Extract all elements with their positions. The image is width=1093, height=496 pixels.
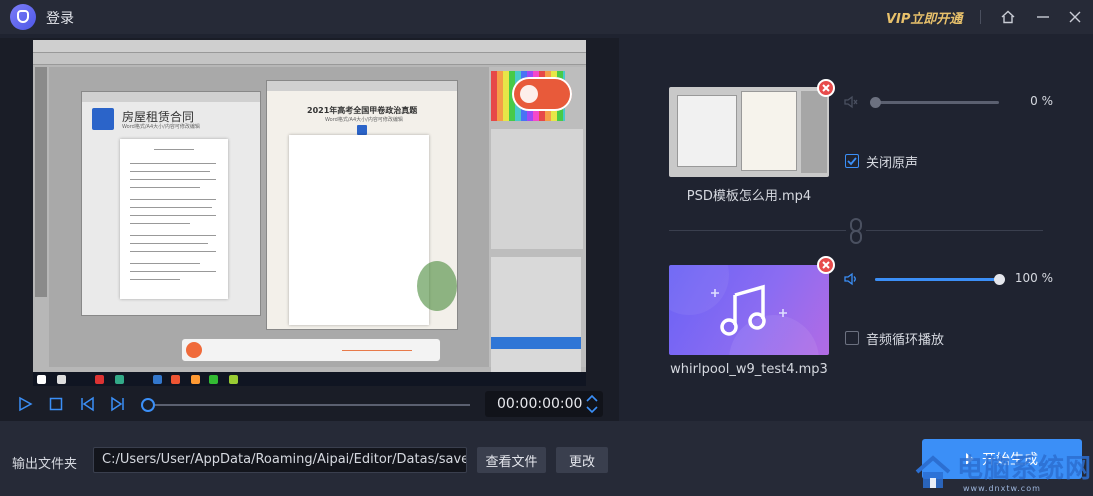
change-folder-button[interactable]: 更改 — [556, 447, 608, 473]
frame-doc1-sub: Word格式/A4大小/内容可修改编辑 — [122, 124, 200, 130]
frame-taskbar — [33, 372, 586, 386]
audio-volume-fill — [875, 278, 999, 281]
house-logo-icon — [915, 455, 951, 488]
video-volume-slider[interactable] — [875, 101, 999, 104]
close-icon[interactable] — [1064, 6, 1086, 28]
time-display[interactable]: 00:00:00:00 — [485, 391, 603, 417]
word-icon — [92, 108, 114, 130]
player-controls: 00:00:00:00 — [0, 388, 619, 420]
loop-audio-checkbox[interactable] — [845, 331, 859, 345]
video-filename: PSD模板怎么用.mp4 — [686, 189, 812, 204]
previous-icon[interactable] — [78, 395, 96, 413]
home-icon[interactable] — [997, 6, 1019, 28]
frame-doc-contract: 房屋租赁合同 Word格式/A4大小/内容可修改编辑 — [81, 91, 261, 316]
progress-knob[interactable] — [141, 398, 155, 412]
login-link[interactable]: 登录 — [46, 8, 74, 28]
preview-panel: 房屋租赁合同 Word格式/A4大小/内容可修改编辑 2021年高考全国甲卷政治… — [0, 38, 619, 421]
app-logo — [10, 4, 36, 30]
audio-thumbnail[interactable] — [669, 265, 829, 355]
audio-volume-knob[interactable] — [993, 274, 1005, 285]
audio-filename: whirlpool_w9_test4.mp3 — [670, 362, 828, 377]
frame-toolbox — [35, 67, 47, 297]
frame-doc2-sub: Word格式/A4大小/内容可修改编辑 — [325, 117, 403, 123]
frame-doc2-title: 2021年高考全国甲卷政治真题 — [307, 106, 418, 115]
play-icon[interactable] — [16, 395, 34, 413]
muted-speaker-icon[interactable] — [843, 94, 859, 114]
view-file-button[interactable]: 查看文件 — [477, 447, 546, 473]
frame-plant — [417, 261, 457, 311]
frame-recorder-bar — [181, 338, 441, 362]
stop-icon[interactable] — [47, 395, 65, 413]
video-volume-knob[interactable] — [869, 97, 881, 108]
titlebar-divider — [980, 10, 981, 24]
mute-original-option[interactable]: 关闭原声 — [845, 152, 919, 171]
audio-volume-row: 100 % — [843, 269, 1053, 289]
output-path-field[interactable]: C:/Users/User/AppData/Roaming/Aipai/Edit… — [93, 447, 467, 473]
delete-video-button[interactable] — [817, 79, 835, 97]
site-watermark: 电脑系统网 www.dnxtw.com — [905, 446, 1093, 496]
frame-doc2-paper — [289, 135, 429, 325]
watermark-url: www.dnxtw.com — [963, 484, 1041, 493]
word-icon — [357, 125, 367, 135]
audio-volume-value: 100 % — [1014, 271, 1053, 285]
output-folder-label: 输出文件夹 — [12, 457, 78, 472]
title-bar: 登录 VIP立即开通 — [0, 0, 1093, 34]
loop-audio-option[interactable]: 音频循环播放 — [845, 329, 945, 348]
time-spinner[interactable] — [585, 393, 599, 415]
frame-optionsbar — [33, 53, 586, 65]
speaker-icon[interactable] — [843, 271, 859, 291]
watermark-text: 电脑系统网 — [957, 454, 1093, 484]
minimize-icon[interactable] — [1032, 6, 1054, 28]
loop-audio-label: 音频循环播放 — [866, 332, 945, 348]
mute-original-label: 关闭原声 — [866, 155, 919, 171]
video-volume-row: 0 % — [843, 92, 1053, 112]
link-icon — [846, 216, 866, 246]
vip-open-button[interactable]: VIP立即开通 — [886, 8, 962, 27]
music-note-icon — [711, 284, 787, 336]
frame-menubar — [33, 40, 586, 53]
frame-right-panels — [489, 67, 586, 377]
media-track-panel: PSD模板怎么用.mp4 0 % 关闭原声 whirlpool_w9_test4… — [621, 38, 1093, 421]
video-preview[interactable]: 房屋租赁合同 Word格式/A4大小/内容可修改编辑 2021年高考全国甲卷政治… — [33, 40, 586, 386]
video-thumbnail[interactable] — [669, 87, 829, 177]
frame-record-widget — [512, 77, 572, 111]
delete-audio-button[interactable] — [817, 256, 835, 274]
frame-doc-exam: 2021年高考全国甲卷政治真题 Word格式/A4大小/内容可修改编辑 — [266, 80, 458, 330]
video-volume-value: 0 % — [1030, 94, 1053, 108]
progress-track[interactable] — [148, 404, 470, 406]
frame-doc1-paper — [120, 139, 228, 299]
time-text: 00:00:00:00 — [497, 396, 583, 412]
next-icon[interactable] — [109, 395, 127, 413]
mute-original-checkbox[interactable] — [845, 154, 859, 168]
